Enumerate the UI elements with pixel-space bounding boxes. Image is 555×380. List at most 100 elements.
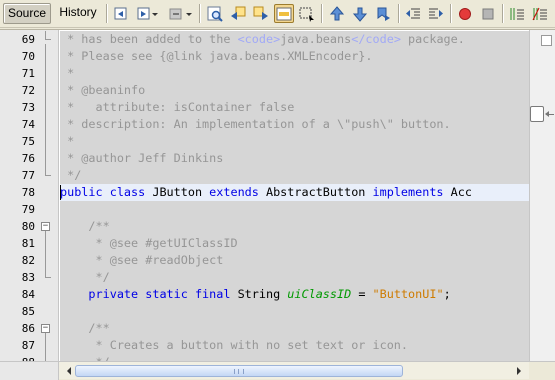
- code-line-text[interactable]: private static final String uiClassID = …: [60, 286, 529, 303]
- shift-right-icon[interactable]: [426, 4, 446, 23]
- code-line: 83 */: [0, 269, 529, 286]
- line-number: 70: [21, 50, 35, 63]
- code-line-text[interactable]: * Please see {@link java.beans.XMLEncode…: [60, 48, 529, 65]
- error-stripe: [529, 30, 555, 361]
- scroll-right-icon[interactable]: [512, 365, 526, 377]
- next-bookmark-icon[interactable]: [350, 4, 370, 23]
- toggle-bookmark-icon[interactable]: [373, 4, 393, 23]
- code-line: 82 * @see #readObject: [0, 252, 529, 269]
- code-token: java.beans: [280, 32, 352, 46]
- code-token: *: [60, 134, 75, 148]
- code-token: AbstractButton: [258, 185, 373, 199]
- error-stripe-thumb[interactable]: [530, 106, 544, 122]
- line-number: 74: [21, 118, 35, 131]
- find-previous-icon[interactable]: [228, 4, 248, 23]
- code-token: String: [230, 287, 288, 301]
- find-next-icon[interactable]: [251, 4, 271, 23]
- code-token: package.: [400, 32, 465, 46]
- code-line-text[interactable]: */: [60, 167, 529, 184]
- code-line: 80 /** −: [0, 218, 529, 235]
- code-line-text[interactable]: *: [60, 65, 529, 82]
- line-number: 83: [21, 271, 35, 284]
- uncomment-icon[interactable]: [530, 4, 550, 23]
- code-line-text[interactable]: [60, 303, 529, 320]
- code-token: Acc: [443, 185, 472, 199]
- code-line-text[interactable]: * Creates a button with no set text or i…: [60, 337, 529, 354]
- code-line-text[interactable]: * attribute: isContainer false: [60, 99, 529, 116]
- code-token: </code>: [351, 32, 401, 46]
- code-line: 73 * attribute: isContainer false: [0, 99, 529, 116]
- code-line: 76 * @author Jeff Dinkins: [0, 150, 529, 167]
- code-token: implements: [372, 185, 444, 199]
- line-number: 79: [21, 203, 35, 216]
- toolbar-separator: [321, 4, 322, 23]
- code-token: =: [351, 287, 373, 301]
- shift-left-icon[interactable]: [403, 4, 423, 23]
- fold-collapse-icon[interactable]: −: [41, 324, 50, 333]
- find-icon[interactable]: [205, 4, 225, 23]
- code-line-text[interactable]: * @see #readObject: [60, 252, 529, 269]
- line-number: 76: [21, 152, 35, 165]
- code-line-text[interactable]: /**: [60, 320, 529, 337]
- line-number: 88: [0, 354, 35, 361]
- code-token: * Creates a button with no set text or i…: [60, 338, 409, 352]
- code-token: public class: [60, 185, 146, 199]
- code-line-text[interactable]: * has been added to the <code>java.beans…: [60, 31, 529, 48]
- fold-guide: [45, 333, 46, 361]
- code-line: 86 /** −: [0, 320, 529, 337]
- code-line: 75 *: [0, 133, 529, 150]
- tab-source[interactable]: Source: [3, 3, 51, 24]
- scroll-corner: [529, 361, 555, 380]
- scroll-corner: [0, 361, 59, 380]
- code-token: extends: [209, 185, 259, 199]
- code-line-text[interactable]: * @author Jeff Dinkins: [60, 150, 529, 167]
- code-line-text[interactable]: public class JButton extends AbstractBut…: [60, 184, 529, 201]
- stop-macro-icon[interactable]: [478, 4, 498, 23]
- line-number: 82: [21, 254, 35, 267]
- line-number: 77: [21, 169, 35, 182]
- line-number: 81: [21, 237, 35, 250]
- code-line: 70 * Please see {@link java.beans.XMLEnc…: [0, 48, 529, 65]
- code-line: 77 */: [0, 167, 529, 184]
- code-line-text[interactable]: */: [60, 354, 529, 361]
- code-line-text[interactable]: * description: An implementation of a \"…: [60, 116, 529, 133]
- code-token: */: [60, 270, 110, 284]
- code-token: * @see #readObject: [60, 253, 224, 267]
- code-line-text[interactable]: * @beaninfo: [60, 82, 529, 99]
- code-line: 84 private static final String uiClassID…: [0, 286, 529, 303]
- last-edit-icon[interactable]: [166, 4, 186, 23]
- code-line-text[interactable]: */: [60, 269, 529, 286]
- code-token: *: [60, 66, 75, 80]
- code-line-text[interactable]: *: [60, 133, 529, 150]
- code-editor[interactable]: 69 * has been added to the <code>java.be…: [0, 29, 555, 361]
- code-token: "ButtonUI": [372, 287, 444, 301]
- fold-collapse-icon[interactable]: −: [41, 222, 50, 231]
- chevron-down-icon[interactable]: [150, 4, 160, 23]
- scroll-left-icon[interactable]: [62, 365, 76, 377]
- comment-icon[interactable]: [507, 4, 527, 23]
- code-token: uiClassID: [287, 287, 352, 301]
- toolbar-separator: [106, 4, 107, 23]
- code-token: ;: [443, 287, 451, 301]
- horizontal-scrollbar[interactable]: [59, 361, 529, 379]
- toggle-highlight-icon[interactable]: [274, 4, 294, 23]
- go-back-icon[interactable]: [111, 4, 131, 23]
- code-line: 78 public class JButton extends AbstractB…: [0, 184, 529, 201]
- code-token: private static final: [88, 287, 231, 301]
- start-macro-icon[interactable]: [455, 4, 475, 23]
- fold-end-marker: [45, 39, 51, 40]
- previous-bookmark-icon[interactable]: [327, 4, 347, 23]
- code-line-text[interactable]: * @see #getUIClassID: [60, 235, 529, 252]
- code-line-text[interactable]: /**: [60, 218, 529, 235]
- code-token: * @see #getUIClassID: [60, 236, 238, 250]
- code-line-text[interactable]: [60, 201, 529, 218]
- toolbar-separator: [450, 4, 451, 23]
- horizontal-scroll-thumb[interactable]: [75, 365, 403, 377]
- code-line: 74 * description: An implementation of a…: [0, 116, 529, 133]
- toggle-rect-selection-icon[interactable]: [297, 4, 317, 23]
- chevron-down-icon[interactable]: [184, 4, 194, 23]
- line-number: 75: [21, 135, 35, 148]
- tab-history[interactable]: History: [53, 3, 103, 24]
- code-line: 72 * @beaninfo: [0, 82, 529, 99]
